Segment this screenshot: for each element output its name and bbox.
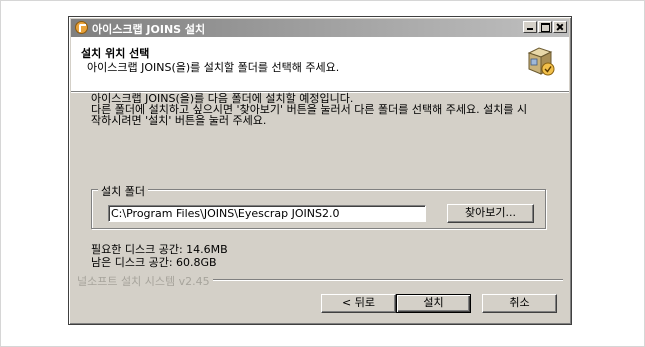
title-bar[interactable]: 아이스크랩 JOINS 설치 bbox=[71, 19, 569, 37]
close-button[interactable] bbox=[553, 21, 567, 33]
page-subtitle: 아이스크랩 JOINS(을)를 설치할 폴더를 선택해 주세요. bbox=[87, 61, 340, 74]
browse-button[interactable]: 찾아보기... bbox=[447, 204, 534, 223]
back-button[interactable]: < 뒤로 bbox=[321, 294, 396, 313]
branding-divider: 널소프트 설치 시스템 v2.45 bbox=[77, 273, 563, 289]
install-button[interactable]: 설치 bbox=[396, 294, 471, 313]
cancel-button[interactable]: 취소 bbox=[482, 294, 557, 313]
window-title: 아이스크랩 JOINS 설치 bbox=[92, 23, 206, 36]
available-space: 남은 디스크 공간: 60.8GB bbox=[91, 256, 217, 269]
branding-text: 널소프트 설치 시스템 v2.45 bbox=[77, 273, 213, 289]
install-folder-label: 설치 폴더 bbox=[98, 183, 148, 199]
header-panel: 설치 위치 선택 아이스크랩 JOINS(을)를 설치할 폴더를 선택해 주세요… bbox=[71, 37, 569, 92]
instructions: 아이스크랩 JOINS(을)를 다음 폴더에 설치할 예정입니다. 다른 폴더에… bbox=[91, 93, 551, 126]
app-icon bbox=[75, 21, 88, 34]
installer-window: 아이스크랩 JOINS 설치 설치 위치 선택 아이스크랩 JOINS(을)를 … bbox=[68, 16, 572, 325]
install-path-input[interactable]: C:\Program Files\JOINS\Eyescrap JOINS2.0 bbox=[108, 205, 426, 222]
installer-box-icon bbox=[527, 47, 555, 76]
minimize-button[interactable] bbox=[523, 21, 537, 33]
maximize-button[interactable] bbox=[538, 21, 552, 33]
instruction-line-3: 작하시려면 '설치' 버튼을 눌러 주세요. bbox=[91, 114, 267, 127]
install-folder-group: 설치 폴더 C:\Program Files\JOINS\Eyescrap JO… bbox=[91, 183, 546, 229]
